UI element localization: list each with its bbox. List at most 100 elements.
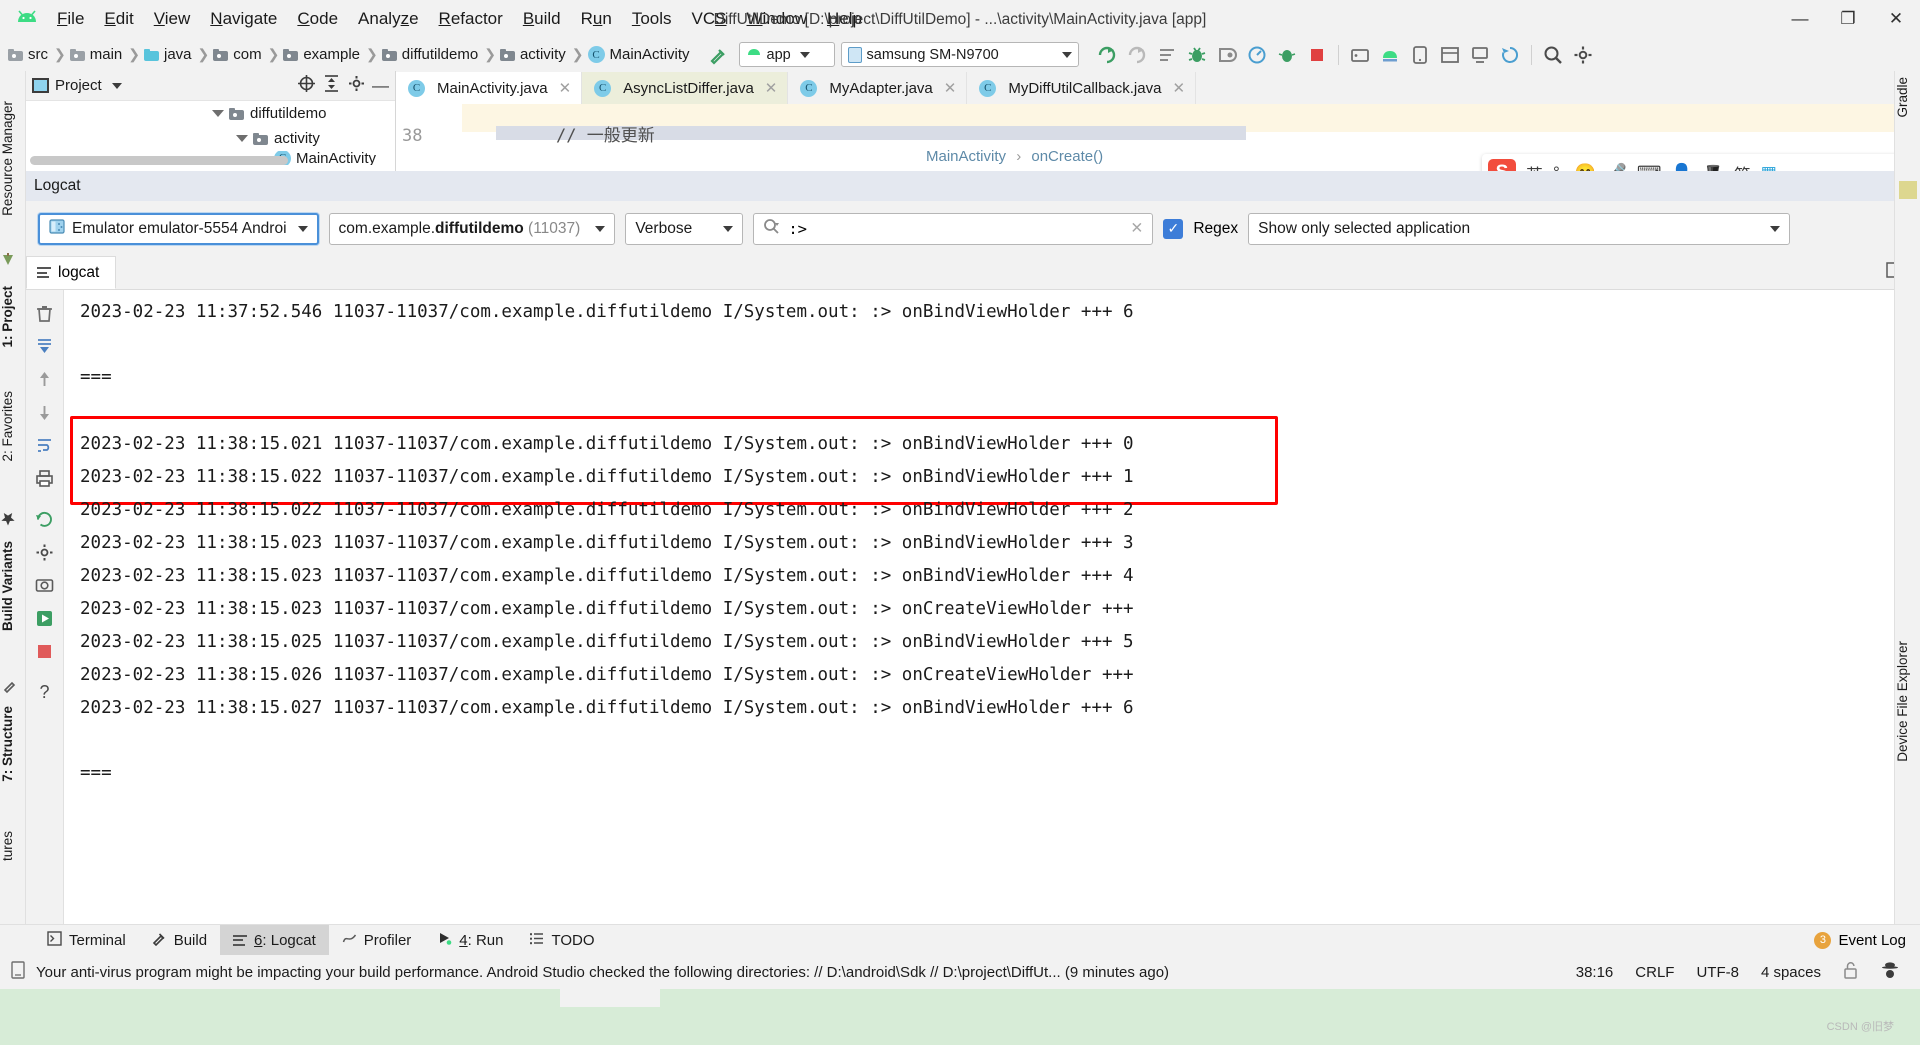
breadcrumb-item-src[interactable]: src: [28, 46, 48, 63]
logcat-level-selector[interactable]: Verbose: [625, 212, 744, 245]
run-icon[interactable]: [1093, 42, 1121, 68]
breadcrumb-item-example[interactable]: example: [303, 46, 360, 63]
stop-icon[interactable]: [1303, 42, 1331, 68]
sync-project-icon[interactable]: [1496, 42, 1524, 68]
editor-tab-asynclistdiffer[interactable]: C AsyncListDiffer.java ✕: [582, 72, 789, 104]
project-settings-icon[interactable]: [347, 74, 366, 98]
avd-manager-icon[interactable]: [1346, 42, 1374, 68]
caret-position[interactable]: 38:16: [1576, 964, 1614, 981]
tool-strip-build-icon[interactable]: [0, 681, 26, 697]
scroll-to-end-icon[interactable]: [30, 331, 60, 361]
close-icon[interactable]: ✕: [765, 79, 778, 97]
logcat-search-input[interactable]: :> ✕: [753, 212, 1154, 245]
menu-item-file[interactable]: File: [48, 5, 93, 33]
tool-strip-gradle[interactable]: Gradle: [1895, 77, 1920, 118]
screenshot-icon[interactable]: [30, 570, 60, 600]
menu-item-edit[interactable]: Edit: [95, 5, 142, 33]
rerun-icon[interactable]: [1123, 42, 1151, 68]
menu-item-window[interactable]: Window: [738, 5, 816, 33]
chevron-down-icon[interactable]: [1061, 51, 1072, 58]
close-icon[interactable]: ✕: [944, 79, 957, 97]
user-avatar-icon[interactable]: [1880, 960, 1900, 984]
breadcrumb-item-com[interactable]: com: [233, 46, 261, 63]
record-icon[interactable]: [30, 603, 60, 633]
chevron-down-icon[interactable]: [297, 225, 308, 232]
indent-setting[interactable]: 4 spaces: [1761, 964, 1821, 981]
chevron-down-icon[interactable]: [595, 225, 606, 232]
chevron-down-icon[interactable]: [723, 225, 734, 232]
menu-bar[interactable]: File Edit View Navigate Code Analyze Ref…: [48, 5, 871, 33]
menu-item-run[interactable]: Run: [572, 5, 621, 33]
scroll-from-source-icon[interactable]: [297, 74, 316, 98]
menu-item-analyze[interactable]: Analyze: [349, 5, 428, 33]
file-encoding[interactable]: UTF-8: [1696, 964, 1739, 981]
tree-item-activity[interactable]: activity: [26, 126, 395, 151]
sdk-manager-icon[interactable]: [1376, 42, 1404, 68]
collapse-all-icon[interactable]: [322, 74, 341, 98]
logcat-process-selector[interactable]: com.example.diffutildemo (11037): [328, 212, 616, 245]
tool-window-build[interactable]: Build: [139, 925, 220, 956]
menu-item-view[interactable]: View: [145, 5, 200, 33]
print-icon[interactable]: [30, 463, 60, 493]
tool-strip-structure[interactable]: 7: Structure: [0, 706, 26, 782]
regex-checkbox[interactable]: ✓: [1163, 218, 1184, 239]
menu-item-code[interactable]: Code: [288, 5, 347, 33]
clear-search-icon[interactable]: ✕: [1130, 219, 1143, 238]
tool-strip-resource-manager[interactable]: Resource Manager: [0, 101, 26, 216]
menu-item-navigate[interactable]: Navigate: [201, 5, 286, 33]
tool-window-profiler[interactable]: Profiler: [329, 925, 425, 956]
close-icon[interactable]: ✕: [559, 79, 572, 97]
hide-panel-icon[interactable]: —: [372, 76, 389, 96]
tool-strip-trees-icon[interactable]: [0, 251, 26, 267]
clear-logcat-icon[interactable]: [30, 298, 60, 328]
help-icon[interactable]: ?: [30, 677, 60, 707]
menu-item-tools[interactable]: Tools: [623, 5, 681, 33]
unlock-icon[interactable]: [1843, 961, 1858, 983]
tool-strip-favorites-star-icon[interactable]: [0, 511, 26, 527]
down-icon[interactable]: [30, 397, 60, 427]
up-icon[interactable]: [30, 364, 60, 394]
chevron-down-icon[interactable]: [799, 51, 810, 58]
tree-item-diffutildemo[interactable]: diffutildemo: [26, 101, 395, 126]
menu-item-vcs[interactable]: VCS: [683, 5, 736, 33]
device-selector[interactable]: samsung SM-N9700: [840, 42, 1079, 67]
attach-debugger-icon[interactable]: [1213, 42, 1241, 68]
tool-window-todo[interactable]: TODO: [516, 925, 607, 956]
tool-strip-project[interactable]: 1: Project: [0, 286, 26, 348]
search-everywhere-icon[interactable]: [1539, 42, 1567, 68]
tool-window-logcat[interactable]: 6: Logcat: [220, 924, 329, 956]
tool-strip-favorites[interactable]: 2: Favorites: [0, 391, 26, 462]
chevron-down-icon[interactable]: [1770, 225, 1781, 232]
instrument-icon[interactable]: [1273, 42, 1301, 68]
logcat-scope-selector[interactable]: Show only selected application: [1248, 212, 1791, 245]
settings-icon[interactable]: [1569, 42, 1597, 68]
avd-icon[interactable]: [1406, 42, 1434, 68]
menu-item-help[interactable]: Help: [818, 5, 871, 33]
logcat-output[interactable]: 2023-02-23 11:37:52.546 11037-11037/com.…: [64, 290, 1920, 924]
settings-icon[interactable]: [30, 537, 60, 567]
tool-strip-captures[interactable]: tures: [0, 831, 26, 861]
device-manager-icon[interactable]: [1466, 42, 1494, 68]
stop-icon[interactable]: [30, 636, 60, 666]
build-hammer-icon[interactable]: [704, 42, 732, 68]
close-icon[interactable]: ✕: [1172, 79, 1185, 97]
editor-tab-mydiffutilcallback[interactable]: C MyDiffUtilCallback.java ✕: [967, 72, 1197, 104]
layout-inspector-icon[interactable]: [1436, 42, 1464, 68]
search-icon[interactable]: [763, 218, 780, 240]
breadcrumb-item-java[interactable]: java: [164, 46, 192, 63]
chevron-down-icon[interactable]: [212, 110, 224, 117]
status-message[interactable]: Your anti-virus program might be impacti…: [36, 964, 1169, 981]
chevron-down-icon[interactable]: [111, 82, 122, 89]
editor-tab-myadapter[interactable]: C MyAdapter.java ✕: [788, 72, 968, 104]
breadcrumb-item-main[interactable]: main: [90, 46, 123, 63]
soft-wrap-icon[interactable]: [30, 430, 60, 460]
minimize-button[interactable]: —: [1776, 0, 1824, 38]
event-log-button[interactable]: 3 Event Log: [1814, 931, 1920, 949]
apply-changes-icon[interactable]: [1153, 42, 1181, 68]
breadcrumb-item-mainactivity[interactable]: MainActivity: [610, 46, 690, 63]
debug-icon[interactable]: [1183, 42, 1211, 68]
menu-item-build[interactable]: Build: [514, 5, 570, 33]
breadcrumb[interactable]: src ❯ main ❯ java ❯ com ❯ example ❯ diff…: [8, 46, 690, 63]
line-separator[interactable]: CRLF: [1635, 964, 1674, 981]
module-selector[interactable]: app: [738, 42, 835, 67]
